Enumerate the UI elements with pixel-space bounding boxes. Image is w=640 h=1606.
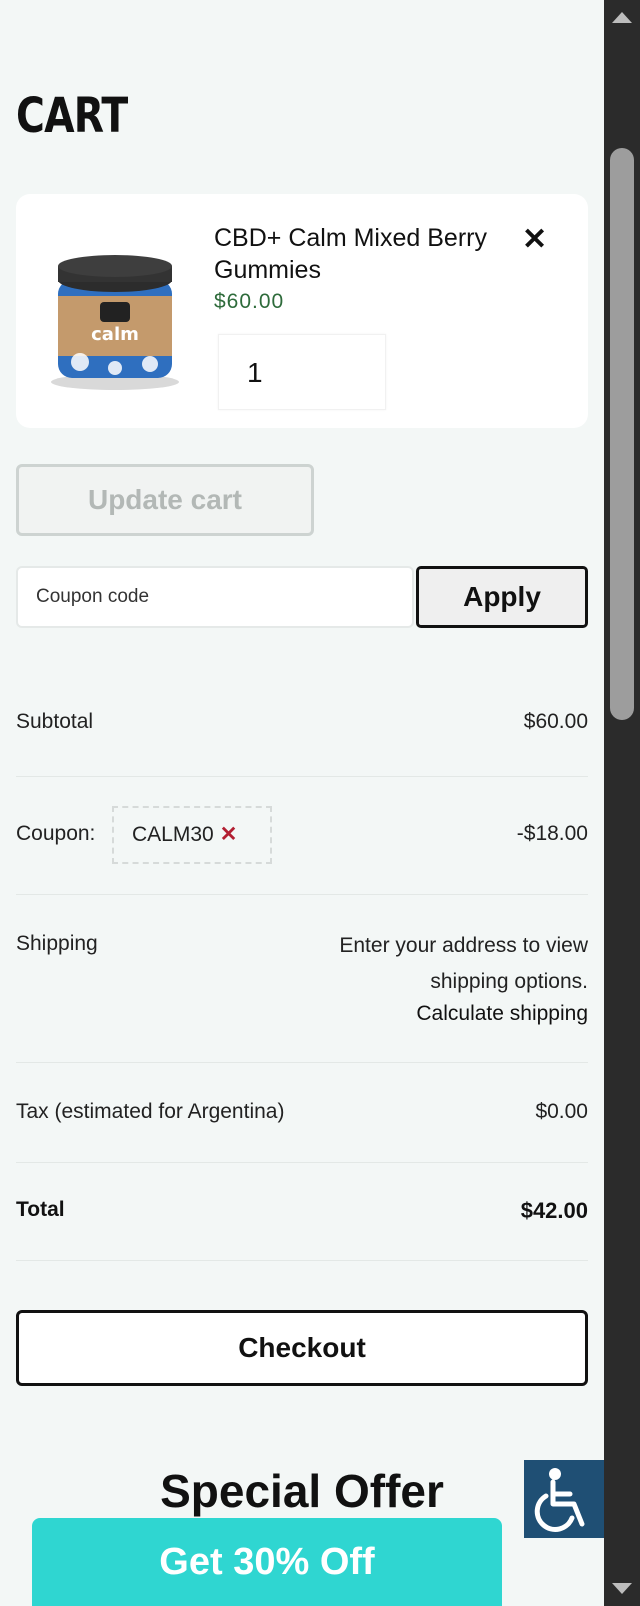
product-price: $60.00 — [214, 290, 285, 313]
applied-coupon-chip: CALM30 ✕ — [112, 806, 272, 864]
subtotal-label: Subtotal — [16, 710, 94, 733]
scroll-down-arrow-icon[interactable] — [612, 1583, 632, 1594]
update-cart-button[interactable]: Update cart — [16, 464, 314, 536]
shipping-message: Enter your address to view shipping opti… — [339, 934, 588, 993]
special-offer-heading: Special Offer — [160, 1465, 444, 1517]
tax-label: Tax (estimated for Argentina) — [16, 1100, 285, 1123]
cart-item-card: calm CBD+ Calm Mixed Berry Gummies $60.0… — [16, 194, 588, 428]
divider — [16, 1162, 588, 1163]
divider — [16, 1260, 588, 1261]
cart-page: CART calm CBD+ Calm Mixed Berry Gummies … — [0, 0, 604, 1606]
checkout-button[interactable]: Checkout — [16, 1310, 588, 1386]
coupon-discount-value: -$18.00 — [516, 822, 588, 845]
remove-item-close-icon[interactable]: ✕ — [522, 222, 547, 257]
apply-coupon-button[interactable]: Apply — [416, 566, 588, 628]
total-value: $42.00 — [520, 1198, 588, 1223]
scroll-up-arrow-icon[interactable] — [612, 12, 632, 23]
page-title: CART — [16, 88, 128, 144]
get-30-off-button[interactable]: Get 30% Off — [32, 1518, 502, 1606]
product-name[interactable]: CBD+ Calm Mixed Berry Gummies — [214, 222, 524, 286]
product-image[interactable]: calm — [40, 244, 190, 394]
tax-value: $0.00 — [535, 1100, 588, 1123]
wheelchair-icon — [534, 1468, 585, 1532]
accessibility-button[interactable] — [524, 1460, 604, 1538]
coupon-label: Coupon: — [16, 822, 96, 845]
page-scrollbar[interactable] — [604, 0, 640, 1606]
product-image-label: calm — [91, 324, 139, 345]
quantity-input[interactable]: 1 — [218, 334, 386, 410]
divider — [16, 776, 588, 777]
divider — [16, 1062, 588, 1063]
shipping-label: Shipping — [16, 932, 98, 955]
scrollbar-thumb[interactable] — [610, 148, 634, 720]
divider — [16, 894, 588, 895]
total-label: Total — [16, 1198, 65, 1221]
subtotal-value: $60.00 — [523, 710, 588, 733]
calculate-shipping-link[interactable]: Calculate shipping — [416, 1002, 588, 1026]
remove-coupon-close-icon[interactable]: ✕ — [220, 823, 238, 846]
coupon-code-input[interactable]: Coupon code — [16, 566, 414, 628]
coupon-code: CALM30 — [132, 823, 214, 846]
